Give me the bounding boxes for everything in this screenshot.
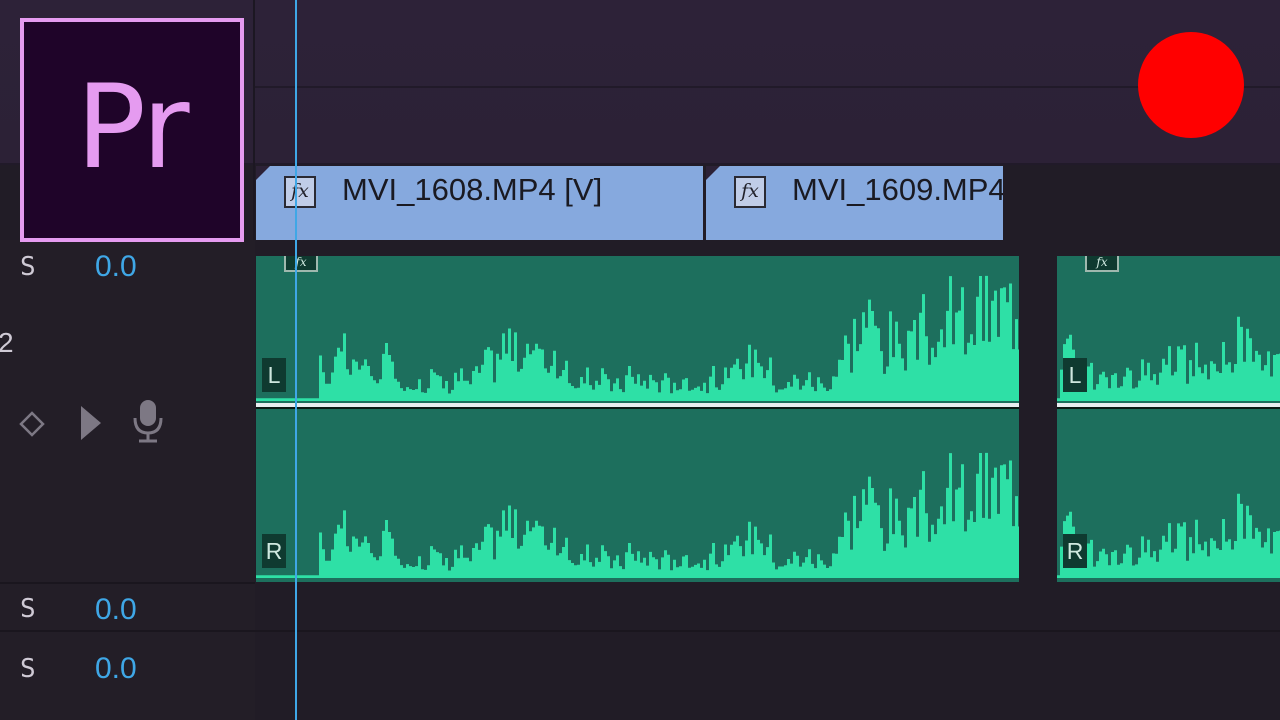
track-volume[interactable]: 0.0 (95, 250, 137, 284)
solo-toggle[interactable]: S (20, 594, 36, 624)
fx-badge[interactable]: fx (284, 256, 318, 272)
track-volume[interactable]: 0.0 (95, 652, 137, 686)
waveform-channel (1057, 316, 1280, 401)
clip-name: MVI_1609.MP4 [V] (792, 172, 1003, 207)
playhead[interactable] (295, 0, 297, 720)
fx-badge[interactable]: fx (284, 176, 316, 208)
solo-toggle[interactable]: S (20, 252, 36, 282)
fx-badge[interactable]: fx (1085, 256, 1119, 272)
video-clip[interactable]: fx MVI_1608.MP4 [V] (256, 166, 703, 240)
waveform-channel (256, 275, 1019, 401)
microphone-icon[interactable] (130, 398, 166, 444)
record-indicator (1138, 32, 1244, 138)
audio-clip[interactable]: fx L R (256, 256, 1019, 582)
diamond-icon[interactable] (18, 410, 46, 438)
audio-clip[interactable]: fx L R (1057, 256, 1280, 582)
channel-divider-shadow (256, 407, 1019, 409)
audio-waveform (1057, 316, 1280, 578)
play-icon[interactable] (78, 404, 104, 442)
solo-toggle[interactable]: S (20, 654, 36, 684)
clip-name: MVI_1608.MP4 [V] (342, 172, 603, 207)
track-divider (255, 630, 1280, 632)
channel-right-label: R (262, 534, 286, 568)
channel-right-label: R (1063, 534, 1087, 568)
channel-divider-shadow (1057, 407, 1280, 409)
channel-left-label: L (1063, 358, 1087, 392)
clip-corner (706, 166, 720, 180)
track-header-panel (0, 240, 255, 720)
waveform-channel (256, 452, 1019, 578)
track-divider (255, 86, 1280, 88)
track-divider (0, 582, 255, 584)
track-number: 2 (0, 327, 14, 358)
waveform-channel (1057, 493, 1280, 578)
clip-corner (256, 166, 270, 180)
track-divider (0, 630, 255, 632)
logo-text: Pr (76, 60, 190, 195)
premiere-pro-logo: Pr (20, 18, 244, 242)
audio-waveform (256, 275, 1019, 578)
video-clip[interactable]: fx MVI_1609.MP4 [V] (706, 166, 1003, 240)
channel-left-label: L (262, 358, 286, 392)
fx-badge[interactable]: fx (734, 176, 766, 208)
track-volume[interactable]: 0.0 (95, 593, 137, 627)
